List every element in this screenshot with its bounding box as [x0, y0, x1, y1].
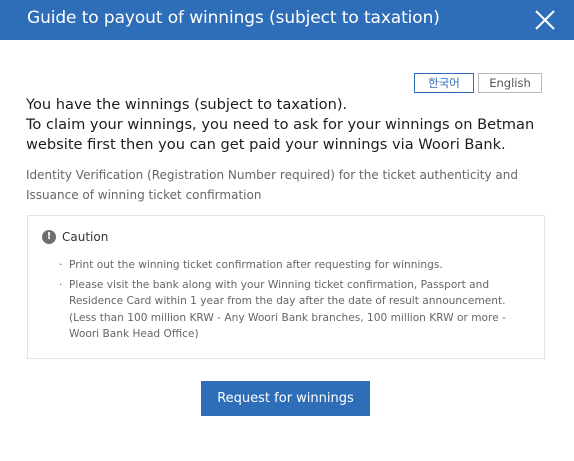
close-button[interactable] — [530, 5, 560, 35]
exclamation-circle-icon: ! — [42, 230, 56, 244]
dialog-title: Guide to payout of winnings (subject to … — [27, 8, 440, 28]
language-english-button[interactable]: English — [478, 73, 542, 93]
language-switcher: 한국어 English — [414, 73, 542, 93]
caution-header: ! Caution — [42, 230, 108, 244]
intro-line-1: You have the winnings (subject to taxati… — [26, 96, 348, 113]
caution-item: Please visit the bank along with your Wi… — [58, 277, 536, 342]
caution-list: Print out the winning ticket confirmatio… — [58, 257, 536, 346]
request-winnings-button[interactable]: Request for winnings — [201, 381, 370, 416]
caution-title: Caution — [62, 230, 109, 244]
winnings-payout-dialog: Guide to payout of winnings (subject to … — [0, 0, 574, 461]
intro-message: You have the winnings (subject to taxati… — [26, 95, 556, 155]
caution-box: ! Caution Print out the winning ticket c… — [27, 215, 545, 359]
dialog-header: Guide to payout of winnings (subject to … — [0, 0, 574, 40]
verification-note: Identity Verification (Registration Numb… — [26, 168, 519, 202]
language-korean-button[interactable]: 한국어 — [414, 73, 474, 93]
close-icon — [535, 10, 555, 30]
intro-line-2: To claim your winnings, you need to ask … — [26, 116, 535, 153]
caution-item: Print out the winning ticket confirmatio… — [58, 257, 536, 273]
